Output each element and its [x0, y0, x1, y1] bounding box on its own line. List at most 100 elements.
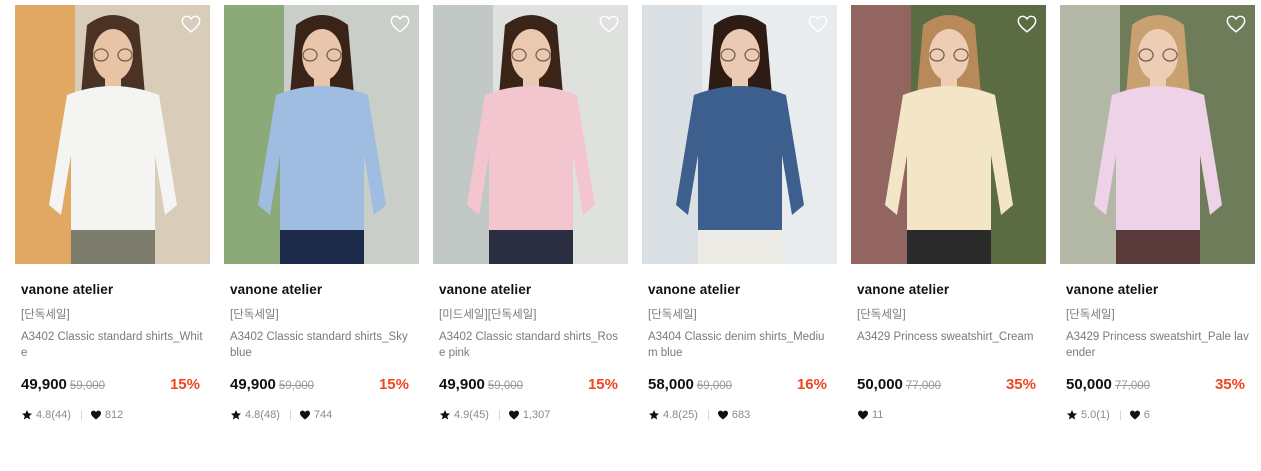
price-row: 50,000 77,000 35% — [857, 376, 1040, 396]
product-card[interactable]: vanone atelier [미드세일][단독세일] A3402 Classi… — [433, 5, 628, 422]
product-image[interactable] — [1060, 5, 1255, 264]
sale-price: 49,900 — [439, 376, 485, 393]
product-image[interactable] — [851, 5, 1046, 264]
product-title[interactable]: A3404 Classic denim shirts_Medium blue — [648, 329, 831, 361]
original-price: 59,000 — [487, 380, 524, 392]
rating-value: 4.8(25) — [663, 409, 698, 421]
product-title[interactable]: A3429 Princess sweatshirt_Cream — [857, 329, 1040, 361]
discount-rate: 35% — [1214, 376, 1245, 393]
like-count: 6 — [1143, 409, 1150, 421]
like-count: 744 — [313, 409, 333, 421]
sale-tag: [단독세일] — [21, 309, 70, 321]
wishlist-heart-icon[interactable] — [1225, 13, 1247, 35]
sale-price: 50,000 — [857, 376, 903, 393]
like-count: 1,307 — [522, 409, 551, 421]
sale-tag: [미드세일][단독세일] — [439, 309, 537, 321]
meta-divider — [289, 410, 291, 420]
sale-tag: [단독세일] — [857, 309, 906, 321]
star-icon — [440, 410, 450, 420]
discount-rate: 15% — [587, 376, 618, 393]
product-card[interactable]: vanone atelier [단독세일] A3404 Classic deni… — [642, 5, 837, 422]
meta-divider — [1119, 410, 1121, 420]
discount-rate: 35% — [1005, 376, 1036, 393]
product-card[interactable]: vanone atelier [단독세일] A3402 Classic stan… — [224, 5, 419, 422]
sale-tag: [단독세일] — [230, 309, 279, 321]
rating-value: 4.9(45) — [454, 409, 489, 421]
product-photo — [15, 5, 210, 264]
heart-filled-icon — [858, 410, 868, 420]
product-image[interactable] — [642, 5, 837, 264]
original-price: 59,000 — [69, 380, 106, 392]
sale-price: 50,000 — [1066, 376, 1112, 393]
product-card[interactable]: vanone atelier [단독세일] A3429 Princess swe… — [851, 5, 1046, 422]
discount-rate: 15% — [169, 376, 200, 393]
product-title[interactable]: A3402 Classic standard shirts_Rose pink — [439, 329, 622, 361]
sale-tag: [단독세일] — [1066, 309, 1115, 321]
heart-filled-icon — [717, 410, 728, 420]
heart-filled-icon — [90, 410, 101, 420]
product-card[interactable]: vanone atelier [단독세일] A3402 Classic stan… — [15, 5, 210, 422]
discount-rate: 15% — [378, 376, 409, 393]
price-row: 49,900 59,000 15% — [439, 376, 622, 396]
rating-value: 4.8(44) — [36, 409, 71, 421]
price-row: 50,000 77,000 35% — [1066, 376, 1249, 396]
heart-filled-icon — [299, 410, 310, 420]
product-title[interactable]: A3402 Classic standard shirts_White — [21, 329, 204, 361]
product-title[interactable]: A3429 Princess sweatshirt_Pale lavender — [1066, 329, 1249, 361]
sale-tag: [단독세일] — [648, 309, 697, 321]
original-price: 69,000 — [696, 380, 733, 392]
star-icon — [1067, 410, 1077, 420]
wishlist-heart-icon[interactable] — [1016, 13, 1038, 35]
product-meta: 5.0(1) 6 — [1066, 408, 1249, 422]
product-meta: 4.8(44) 812 — [21, 408, 204, 422]
heart-filled-icon — [508, 410, 519, 420]
product-photo — [433, 5, 628, 264]
star-icon — [231, 410, 241, 420]
product-image[interactable] — [433, 5, 628, 264]
heart-filled-icon — [1129, 410, 1140, 420]
product-title[interactable]: A3402 Classic standard shirts_Sky blue — [230, 329, 413, 361]
original-price: 59,000 — [278, 380, 315, 392]
like-count: 683 — [731, 409, 751, 421]
product-photo — [1060, 5, 1255, 264]
product-brand[interactable]: vanone atelier — [1066, 282, 1249, 299]
product-meta: 4.8(48) 744 — [230, 408, 413, 422]
original-price: 77,000 — [905, 380, 942, 392]
original-price: 77,000 — [1114, 380, 1151, 392]
like-count: 812 — [104, 409, 124, 421]
product-brand[interactable]: vanone atelier — [648, 282, 831, 299]
price-row: 58,000 69,000 16% — [648, 376, 831, 396]
sale-price: 49,900 — [21, 376, 67, 393]
product-card[interactable]: vanone atelier [단독세일] A3429 Princess swe… — [1060, 5, 1255, 422]
product-image[interactable] — [15, 5, 210, 264]
product-meta: 11 — [857, 408, 1040, 422]
wishlist-heart-icon[interactable] — [389, 13, 411, 35]
star-icon — [22, 410, 32, 420]
sale-price: 49,900 — [230, 376, 276, 393]
product-photo — [224, 5, 419, 264]
price-row: 49,900 59,000 15% — [230, 376, 413, 396]
wishlist-heart-icon[interactable] — [807, 13, 829, 35]
price-row: 49,900 59,000 15% — [21, 376, 204, 396]
wishlist-heart-icon[interactable] — [598, 13, 620, 35]
product-meta: 4.8(25) 683 — [648, 408, 831, 422]
rating-value: 5.0(1) — [1081, 409, 1110, 421]
product-brand[interactable]: vanone atelier — [857, 282, 1040, 299]
product-meta: 4.9(45) 1,307 — [439, 408, 622, 422]
product-image[interactable] — [224, 5, 419, 264]
discount-rate: 16% — [796, 376, 827, 393]
rating-value: 4.8(48) — [245, 409, 280, 421]
product-brand[interactable]: vanone atelier — [439, 282, 622, 299]
product-photo — [851, 5, 1046, 264]
meta-divider — [80, 410, 82, 420]
meta-divider — [498, 410, 500, 420]
product-grid: vanone atelier [단독세일] A3402 Classic stan… — [15, 5, 1255, 422]
product-brand[interactable]: vanone atelier — [21, 282, 204, 299]
sale-price: 58,000 — [648, 376, 694, 393]
like-count: 11 — [872, 409, 884, 421]
star-icon — [649, 410, 659, 420]
wishlist-heart-icon[interactable] — [180, 13, 202, 35]
product-photo — [642, 5, 837, 264]
product-brand[interactable]: vanone atelier — [230, 282, 413, 299]
meta-divider — [707, 410, 709, 420]
